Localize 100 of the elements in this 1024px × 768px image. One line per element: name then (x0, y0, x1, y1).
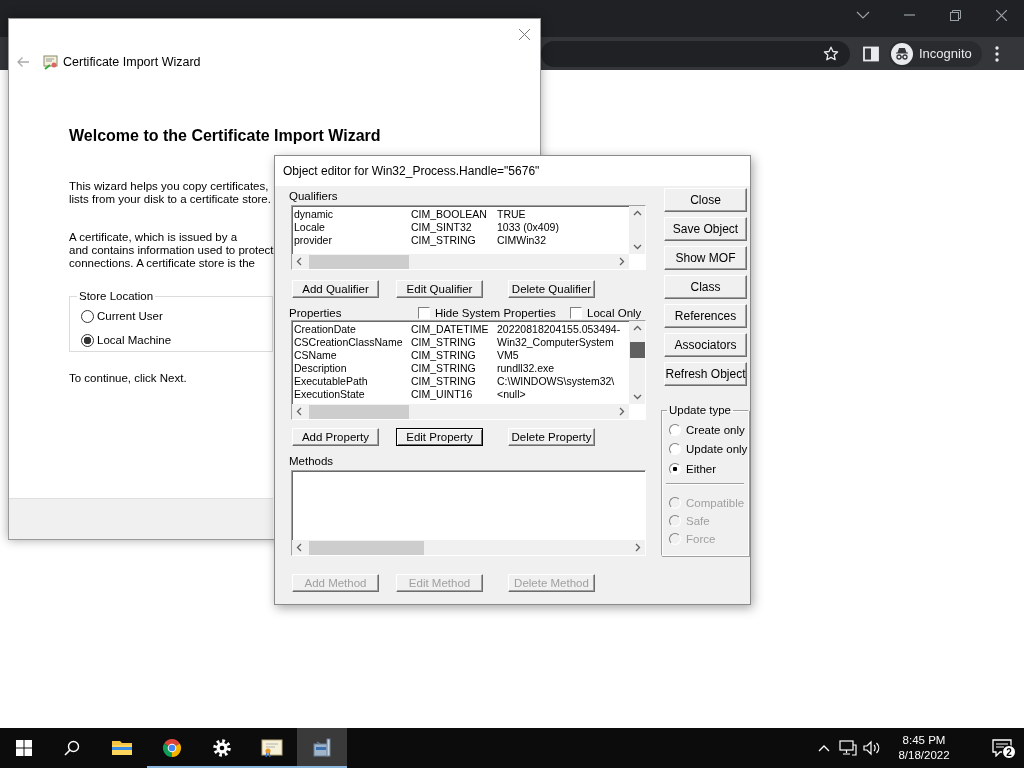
radio-label[interactable]: Either (686, 462, 717, 475)
vertical-scrollbar[interactable] (629, 206, 645, 254)
push-button[interactable]: Edit Qualifier (396, 280, 483, 298)
chevron-up-icon[interactable] (818, 744, 830, 752)
push-button[interactable]: References (664, 304, 747, 328)
scroll-left-icon[interactable] (296, 543, 302, 552)
table-cell-text: CIM_STRING (411, 375, 477, 388)
certificate-icon (260, 736, 284, 760)
profile-chip[interactable]: Incognito (889, 40, 982, 67)
radio-button[interactable] (669, 462, 681, 475)
push-button[interactable]: Add Property (292, 428, 379, 446)
radio-label: Safe (686, 514, 710, 527)
table-cell-text: CIM_BOOLEAN (411, 208, 488, 221)
table-cell: C:\WINDOWS\system32\ (497, 375, 615, 388)
horizontal-scrollbar[interactable] (292, 404, 629, 419)
scroll-left-icon[interactable] (296, 257, 302, 266)
table-cell-text: CIM_STRING (411, 362, 477, 375)
radio-label: Compatible (686, 496, 745, 509)
more-menu-icon[interactable] (994, 45, 999, 62)
restore-icon[interactable] (949, 9, 961, 21)
table-cell-text: dynamic (294, 208, 335, 221)
scrollbar-thumb[interactable] (309, 404, 409, 419)
scrollbar-thumb[interactable] (309, 254, 409, 269)
section-label: Methods (289, 454, 335, 469)
scroll-up-icon[interactable] (632, 325, 642, 331)
radio-label[interactable]: Create only (686, 423, 745, 436)
radio-button[interactable] (669, 443, 681, 456)
scrollbar-thumb[interactable] (309, 540, 424, 555)
radio-label[interactable]: Current User (97, 310, 163, 322)
group-label: Update type (668, 404, 732, 416)
hat-glasses-icon (891, 42, 913, 65)
table-cell-text: CIM_STRING (411, 349, 477, 362)
scroll-down-icon[interactable] (632, 394, 642, 400)
push-button[interactable]: Show MOF (664, 246, 747, 270)
checkbox[interactable] (418, 307, 430, 319)
push-button: Edit Method (396, 574, 483, 592)
push-button: Add Method (292, 574, 379, 592)
table-cell: TRUE (497, 208, 526, 221)
push-button[interactable]: Close (664, 188, 747, 212)
side-panel-icon[interactable] (863, 45, 879, 62)
scroll-right-icon[interactable] (619, 407, 625, 416)
notification-icon[interactable] (992, 739, 1012, 757)
table-cell: rundll32.exe (497, 362, 555, 375)
instruction-text: To continue, click Next. (69, 372, 187, 384)
push-button[interactable]: Edit Property (396, 428, 483, 446)
push-button: Delete Method (508, 574, 595, 592)
push-button[interactable]: Delete Qualifier (508, 280, 595, 298)
window-title: Certificate Import Wizard (63, 55, 201, 69)
vertical-scrollbar[interactable] (629, 321, 645, 404)
scrollbar-thumb[interactable] (629, 342, 645, 358)
clock-time: 8:45 PM (902, 733, 946, 748)
close-icon[interactable] (995, 9, 1007, 21)
radio-label[interactable]: Update only (686, 443, 748, 456)
table-cell-text: provider (294, 234, 333, 247)
scroll-right-icon[interactable] (635, 543, 641, 552)
list-box[interactable]: dynamic CIM_BOOLEAN TRUE Locale CIM_SINT32 1033 (0x409) provider CIM_STRING CIMWin32 (291, 205, 646, 270)
table-cell: VM5 (497, 349, 519, 362)
scroll-left-icon[interactable] (296, 407, 302, 416)
close-icon[interactable] (519, 28, 530, 40)
chevron-down-icon[interactable] (856, 11, 870, 19)
paragraph: A certificate, which is issued by a and contains information used to protect connections. A certificate store is the (69, 231, 274, 270)
notification-badge: 2 (1002, 745, 1016, 759)
clock-date: 8/18/2022 (898, 748, 950, 763)
section-label: Properties (289, 306, 343, 321)
horizontal-scrollbar[interactable] (292, 254, 629, 269)
table-cell: CIMWin32 (497, 234, 546, 247)
radio-button[interactable] (81, 309, 94, 323)
push-button[interactable]: Add Qualifier (292, 280, 379, 298)
list-box[interactable] (291, 320, 646, 420)
push-button[interactable]: Associators (664, 333, 747, 357)
section-label: Qualifiers (289, 189, 339, 204)
table-cell-text: Locale (294, 221, 326, 234)
minimize-icon[interactable] (903, 14, 915, 16)
scroll-right-icon[interactable] (619, 257, 625, 266)
checkbox-label[interactable]: Local Only (587, 306, 642, 320)
star-icon[interactable] (823, 45, 839, 62)
table-cell-text: CIM_DATETIME (411, 323, 490, 336)
horizontal-scrollbar[interactable] (292, 540, 645, 555)
group-label: Store Location (78, 290, 155, 302)
push-button[interactable]: Refresh Object (664, 362, 747, 386)
scroll-down-icon[interactable] (632, 244, 642, 250)
speaker-icon[interactable] (863, 740, 881, 756)
push-button[interactable]: Delete Property (508, 428, 595, 446)
gear-icon (210, 736, 234, 760)
push-button[interactable]: Class (664, 275, 747, 299)
radio-button[interactable] (81, 333, 94, 347)
table-cell: <null> (497, 388, 526, 401)
checkbox[interactable] (570, 307, 582, 319)
table-cell-text: CIM_SINT32 (411, 221, 473, 234)
push-button[interactable]: Save Object (664, 217, 747, 241)
scroll-up-icon[interactable] (632, 210, 642, 216)
certificate-icon (43, 54, 59, 70)
checkbox-label[interactable]: Hide System Properties (435, 306, 556, 320)
radio-button[interactable] (669, 423, 681, 436)
windows-logo-icon[interactable] (16, 740, 32, 756)
table-cell: Win32_ComputerSystem (497, 336, 614, 349)
search-icon[interactable] (64, 740, 80, 756)
radio-label[interactable]: Local Machine (97, 334, 172, 346)
table-cell-text: ExecutablePath (294, 375, 369, 388)
network-icon[interactable] (839, 740, 857, 756)
